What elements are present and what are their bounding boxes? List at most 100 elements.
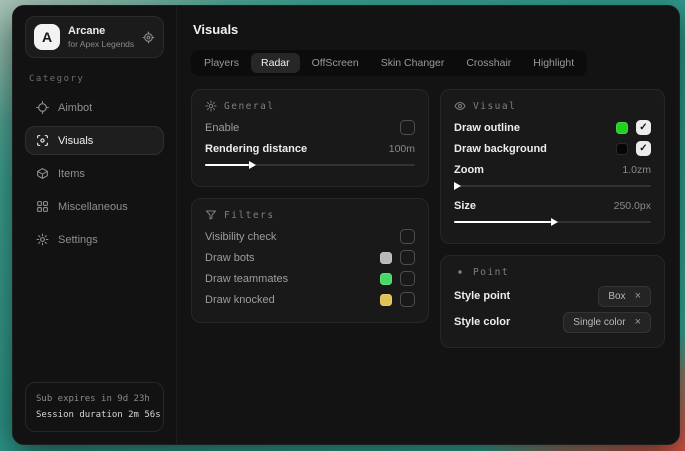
tab-players[interactable]: Players	[194, 53, 249, 73]
desktop-background: A Arcane for Apex Legends Category	[0, 0, 685, 451]
panel-general: General Enable Rendering distance 100m	[191, 89, 429, 187]
page-title: Visuals	[193, 22, 663, 37]
draw-background-color-swatch[interactable]	[616, 143, 628, 155]
enable-label: Enable	[205, 122, 239, 134]
row-rendering-distance: Rendering distance 100m	[205, 138, 415, 159]
style-point-select[interactable]: Box ×	[598, 286, 651, 307]
tab-crosshair[interactable]: Crosshair	[456, 53, 521, 73]
app-logo: A	[34, 24, 60, 50]
rendering-distance-label: Rendering distance	[205, 143, 307, 155]
slider-thumb[interactable]	[551, 218, 558, 226]
sidebar-item-label: Visuals	[58, 135, 93, 147]
panel-point-header: Point	[454, 266, 651, 278]
panel-point: Point Style point Box ×	[440, 255, 665, 348]
row-draw-bots: Draw bots	[205, 247, 415, 268]
grid-icon	[36, 200, 49, 213]
gear-icon	[205, 100, 217, 112]
zoom-value: 1.0zm	[622, 164, 651, 176]
sidebar: A Arcane for Apex Legends Category	[13, 6, 177, 444]
enable-checkbox[interactable]	[400, 120, 415, 135]
size-label: Size	[454, 200, 476, 212]
visibility-check-checkbox[interactable]	[400, 229, 415, 244]
row-draw-knocked: Draw knocked	[205, 289, 415, 310]
style-point-label: Style point	[454, 290, 510, 302]
row-zoom: Zoom 1.0zm	[454, 159, 651, 180]
slider-thumb[interactable]	[249, 161, 256, 169]
tab-highlight[interactable]: Highlight	[523, 53, 584, 73]
zoom-slider[interactable]	[454, 181, 651, 191]
draw-outline-label: Draw outline	[454, 122, 520, 134]
check-icon: ✓	[639, 123, 647, 133]
gear-icon	[36, 233, 49, 246]
panel-title: Point	[473, 267, 509, 278]
visibility-check-label: Visibility check	[205, 231, 276, 243]
sidebar-item-label: Settings	[58, 234, 98, 246]
tab-bar: Players Radar OffScreen Skin Changer Cro…	[191, 50, 587, 76]
category-label: Category	[29, 74, 160, 84]
row-style-color: Style color Single color ×	[454, 309, 651, 335]
slider-fill	[205, 164, 249, 166]
sidebar-item-label: Aimbot	[58, 102, 92, 114]
draw-teammates-checkbox[interactable]	[400, 271, 415, 286]
main-content: Visuals Players Radar OffScreen Skin Cha…	[177, 6, 679, 444]
check-icon: ✓	[639, 144, 647, 154]
style-color-select[interactable]: Single color ×	[563, 312, 651, 333]
scan-eye-icon	[36, 134, 49, 147]
app-header-card: A Arcane for Apex Legends	[25, 16, 164, 58]
app-tagline: for Apex Legends	[68, 39, 134, 49]
draw-bots-color-swatch[interactable]	[380, 252, 392, 264]
draw-outline-color-swatch[interactable]	[616, 122, 628, 134]
size-slider[interactable]	[454, 217, 651, 227]
clear-icon[interactable]: ×	[635, 317, 641, 328]
sidebar-item-visuals[interactable]: Visuals	[25, 126, 164, 155]
tab-skin-changer[interactable]: Skin Changer	[371, 53, 455, 73]
panel-title: Filters	[224, 210, 275, 221]
subscription-card: Sub expires in 9d 23h Session duration 2…	[25, 382, 164, 432]
draw-outline-checkbox[interactable]: ✓	[636, 120, 651, 135]
panel-title: Visual	[473, 101, 516, 112]
style-color-label: Style color	[454, 316, 510, 328]
tab-radar[interactable]: Radar	[251, 53, 300, 73]
sidebar-item-aimbot[interactable]: Aimbot	[25, 93, 164, 122]
draw-teammates-color-swatch[interactable]	[380, 273, 392, 285]
funnel-icon	[205, 209, 217, 221]
slider-thumb[interactable]	[454, 182, 461, 190]
row-draw-background: Draw background ✓	[454, 138, 651, 159]
app-title-block: Arcane for Apex Legends	[68, 25, 134, 49]
draw-bots-label: Draw bots	[205, 252, 255, 264]
left-column: General Enable Rendering distance 100m	[191, 89, 429, 323]
app-window: A Arcane for Apex Legends Category	[12, 5, 680, 445]
clear-icon[interactable]: ×	[635, 291, 641, 302]
box-icon	[36, 167, 49, 180]
sidebar-item-miscellaneous[interactable]: Miscellaneous	[25, 192, 164, 221]
panel-filters: Filters Visibility check Draw bots	[191, 198, 429, 323]
zoom-label: Zoom	[454, 164, 484, 176]
panel-filters-header: Filters	[205, 209, 415, 221]
draw-teammates-label: Draw teammates	[205, 273, 288, 285]
sidebar-item-label: Items	[58, 168, 85, 180]
row-draw-outline: Draw outline ✓	[454, 117, 651, 138]
sub-expires-text: Sub expires in 9d 23h	[36, 391, 153, 407]
draw-bots-checkbox[interactable]	[400, 250, 415, 265]
panel-general-header: General	[205, 100, 415, 112]
sidebar-item-items[interactable]: Items	[25, 159, 164, 188]
rendering-distance-value: 100m	[389, 143, 415, 155]
draw-knocked-color-swatch[interactable]	[380, 294, 392, 306]
sidebar-item-settings[interactable]: Settings	[25, 225, 164, 254]
draw-background-checkbox[interactable]: ✓	[636, 141, 651, 156]
right-column: Visual Draw outline ✓ Draw background	[440, 89, 665, 348]
session-duration-text: Session duration 2m 56s	[36, 407, 153, 423]
row-enable: Enable	[205, 117, 415, 138]
row-style-point: Style point Box ×	[454, 283, 651, 309]
draw-knocked-checkbox[interactable]	[400, 292, 415, 307]
rendering-distance-slider[interactable]	[205, 160, 415, 170]
style-color-value: Single color	[573, 317, 625, 328]
point-icon	[454, 266, 466, 278]
target-icon[interactable]	[142, 31, 155, 44]
draw-knocked-label: Draw knocked	[205, 294, 275, 306]
crosshair-icon	[36, 101, 49, 114]
eye-icon	[454, 100, 466, 112]
app-name: Arcane	[68, 25, 134, 37]
panel-title: General	[224, 101, 275, 112]
tab-offscreen[interactable]: OffScreen	[302, 53, 369, 73]
